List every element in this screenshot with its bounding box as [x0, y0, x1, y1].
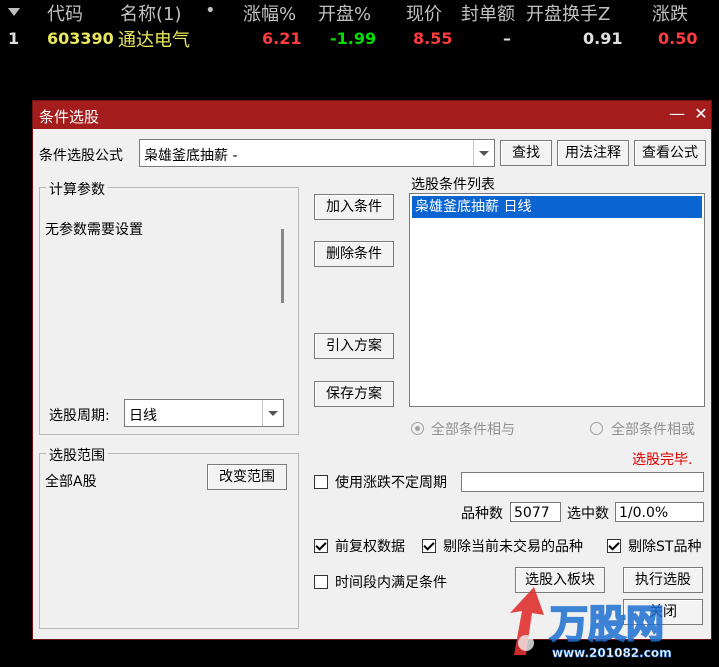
stock-screener-dialog: 条件选股 — ✕ 条件选股公式 枭雄釜底抽薪 - 查找 用法注释 查看公式 计算… — [32, 100, 712, 640]
selected-label: 选中数 — [567, 506, 609, 522]
dialog-title: 条件选股 — [39, 108, 100, 126]
row-price: 8.55 — [413, 29, 453, 48]
selected-value: 1/0.0% — [619, 505, 669, 521]
range-legend: 选股范围 — [46, 445, 108, 465]
exclude-untraded-label[interactable]: 剔除当前未交易的品种 — [443, 536, 583, 556]
change-range-button[interactable]: 改变范围 — [207, 464, 287, 490]
col-change[interactable]: 涨跌 — [652, 0, 688, 26]
adjust-checkbox[interactable] — [314, 539, 328, 553]
find-button[interactable]: 查找 — [500, 140, 552, 166]
count-field: 5077 — [510, 502, 561, 522]
delete-condition-button[interactable]: 删除条件 — [314, 241, 394, 267]
row-change-pct: 6.21 — [262, 29, 302, 48]
col-seal-amount[interactable]: 封单额 — [461, 0, 515, 26]
range-value: 全部A股 — [45, 474, 97, 490]
conditions-label: 选股条件列表 — [411, 177, 495, 193]
formula-select[interactable]: 枭雄釜底抽薪 - — [139, 139, 495, 167]
col-change-pct[interactable]: 涨幅% — [243, 0, 296, 26]
exclude-st-checkbox[interactable] — [607, 539, 621, 553]
formula-value: 枭雄釜底抽薪 - — [144, 148, 238, 164]
view-formula-button[interactable]: 查看公式 — [634, 140, 706, 166]
save-plan-button[interactable]: 保存方案 — [314, 381, 394, 407]
radio-all-and[interactable] — [411, 422, 424, 435]
radio-all-or-label[interactable]: 全部条件相或 — [611, 419, 695, 439]
params-scrollbar[interactable] — [281, 229, 284, 303]
col-open-turnover[interactable]: 开盘换手Z — [526, 0, 610, 26]
uncertain-period-checkbox[interactable] — [314, 475, 328, 489]
radio-all-or[interactable] — [590, 422, 603, 435]
period-label: 选股周期: — [49, 408, 110, 424]
list-item[interactable]: 枭雄釜底抽薪 日线 — [412, 196, 702, 218]
radio-all-and-label[interactable]: 全部条件相与 — [431, 419, 515, 439]
watermark-icon: 万股网 www.201082.com — [510, 587, 672, 660]
add-condition-button[interactable]: 加入条件 — [314, 194, 394, 220]
period-select[interactable]: 日线 — [124, 399, 284, 427]
minimize-icon[interactable]: — — [665, 103, 689, 125]
time-range-label[interactable]: 时间段内满足条件 — [335, 572, 447, 592]
period-value: 日线 — [129, 408, 157, 424]
dialog-titlebar[interactable]: 条件选股 — ✕ — [33, 101, 711, 129]
formula-label: 条件选股公式 — [39, 148, 123, 164]
sort-triangle-icon[interactable] — [8, 8, 20, 16]
adjust-label[interactable]: 前复权数据 — [335, 536, 405, 556]
col-dot[interactable]: • — [205, 0, 216, 21]
uncertain-period-input[interactable] — [461, 472, 704, 492]
close-icon[interactable]: ✕ — [689, 103, 713, 125]
watermark-brand: 万股网 — [550, 602, 664, 646]
row-seal-amount: – — [503, 29, 511, 48]
uncertain-period-label[interactable]: 使用涨跌不定周期 — [335, 472, 447, 492]
col-name[interactable]: 名称(1) — [120, 0, 182, 26]
watermark-url: www.201082.com — [552, 646, 672, 660]
col-code[interactable]: 代码 — [47, 0, 83, 26]
col-price[interactable]: 现价 — [406, 0, 442, 26]
count-label: 品种数 — [461, 506, 503, 522]
col-open-pct[interactable]: 开盘% — [318, 0, 371, 26]
row-index: 1 — [8, 29, 20, 48]
chevron-down-icon[interactable] — [473, 140, 494, 166]
params-text: 无参数需要设置 — [45, 222, 143, 238]
table-row[interactable]: 1 603390 通达电气 6.21 -1.99 8.55 – 0.91 0.5… — [0, 26, 719, 51]
import-plan-button[interactable]: 引入方案 — [314, 333, 394, 359]
row-change: 0.50 — [658, 29, 698, 48]
row-open-turnover: 0.91 — [583, 29, 623, 48]
conditions-list[interactable]: 枭雄釜底抽薪 日线 — [409, 193, 705, 407]
params-legend: 计算参数 — [46, 179, 108, 199]
row-code: 603390 — [47, 29, 114, 48]
count-value: 5077 — [514, 505, 550, 521]
watermark-logo: 万股网 www.201082.com — [500, 585, 715, 663]
stock-table-header: 代码 名称(1) • 涨幅% 开盘% 现价 封单额 开盘换手Z 涨跌 — [0, 0, 719, 26]
row-name: 通达电气 — [118, 30, 190, 51]
selected-field: 1/0.0% — [615, 502, 704, 522]
chevron-down-icon[interactable] — [262, 400, 283, 426]
status-text: 选股完毕. — [632, 452, 693, 468]
exclude-st-label[interactable]: 剔除ST品种 — [628, 536, 701, 556]
row-open-pct: -1.99 — [330, 29, 377, 48]
usage-notes-button[interactable]: 用法注释 — [557, 140, 629, 166]
time-range-checkbox[interactable] — [314, 575, 328, 589]
exclude-untraded-checkbox[interactable] — [422, 539, 436, 553]
